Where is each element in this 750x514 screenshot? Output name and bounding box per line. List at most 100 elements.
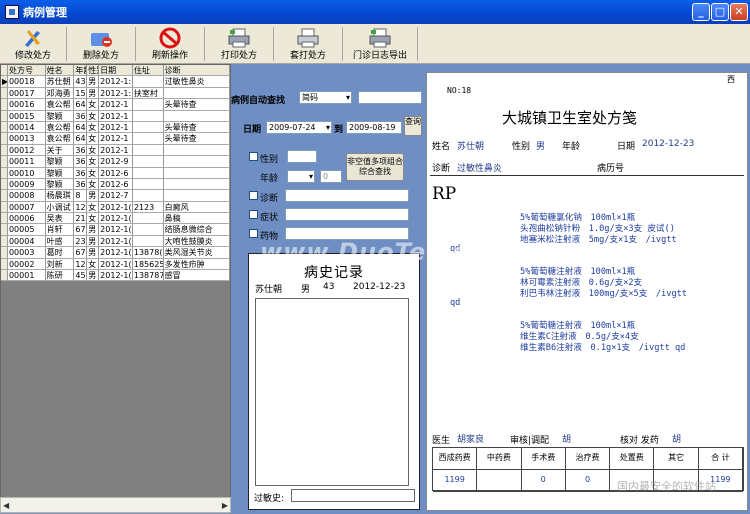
row-indicator[interactable] (1, 224, 8, 236)
grid-cell[interactable] (132, 99, 164, 111)
table-row[interactable]: 00006 吴表 21 女 2012-1(鼻稿 (1, 213, 230, 225)
grid-cell[interactable]: 女 (87, 213, 100, 225)
table-row[interactable]: 00002刘新12女2012-1(1856254多发性疖肿 (1, 258, 230, 271)
table-row[interactable]: 00010 黎颖 36 女 2012-6 (1, 167, 230, 179)
grid-cell[interactable]: 女 (87, 167, 100, 179)
close-button[interactable]: ✕ (730, 3, 748, 21)
print-rx-button[interactable]: 打印处方 (205, 24, 273, 64)
row-indicator[interactable] (1, 213, 8, 225)
grid-cell[interactable]: 男 (87, 87, 100, 100)
age-input[interactable]: 0 (320, 170, 342, 183)
grid-cell[interactable]: 男 (87, 247, 100, 259)
row-indicator[interactable] (1, 201, 8, 214)
symptom-checkbox[interactable] (249, 210, 258, 219)
table-row[interactable]: 00003 葛时 67 男 2012-1(13878(类风湿关节炎 (1, 247, 230, 259)
row-indicator[interactable] (1, 121, 8, 134)
grid-cell[interactable]: 关于 (45, 144, 75, 157)
grid-cell[interactable]: 头晕待查 (163, 133, 230, 145)
row-indicator[interactable] (1, 247, 8, 259)
grid-cell[interactable]: 2012-1 (99, 110, 133, 122)
grid-cell[interactable]: 2012-9 (99, 156, 133, 168)
grid-cell[interactable]: 男 (87, 190, 100, 202)
grid-cell[interactable]: 黎颖 (45, 156, 75, 168)
grid-cell[interactable] (132, 213, 164, 225)
grid-cell[interactable] (163, 167, 230, 179)
grid-cell[interactable]: 类风湿关节炎 (163, 247, 230, 259)
grid-cell[interactable]: 吴表 (45, 213, 75, 225)
grid-cell[interactable]: 00018 (7, 76, 46, 88)
table-row[interactable]: 00004 叶感 23 男 2012-1(大咆性鼓膜炎 (1, 235, 230, 248)
grid-cell[interactable]: 鼻稿 (163, 213, 230, 225)
grid-cell[interactable]: 2012-1 (99, 133, 133, 145)
row-indicator[interactable] (1, 270, 8, 282)
table-row[interactable]: 00016 袁公帮 64 女 2012-1 头晕待查 (1, 99, 230, 111)
grid-cell[interactable]: 刘新 (45, 258, 75, 271)
grid-cell[interactable]: 袁公帮 (45, 121, 75, 134)
table-row[interactable]: 00005 肖轩 67 男 2012-1(结肠息微综合 (1, 224, 230, 236)
row-indicator[interactable] (1, 133, 8, 145)
grid-cell[interactable] (163, 87, 230, 100)
delete-rx-button[interactable]: 删除处方 (67, 24, 135, 64)
grid-cell[interactable]: 36 (74, 178, 88, 191)
grid-cell[interactable] (132, 190, 164, 202)
gender-checkbox[interactable] (249, 152, 258, 161)
grid-cell[interactable]: 15 (74, 87, 88, 100)
grid-cell[interactable] (132, 224, 164, 236)
grid-cell[interactable]: 葛时 (45, 247, 75, 259)
grid-cell[interactable]: 2012-1( (99, 235, 133, 248)
grid-cell[interactable]: 00005 (7, 224, 46, 236)
table-row[interactable]: 00015 黎颖 36 女 2012-1 (1, 110, 230, 122)
grid-cell[interactable]: 12 (74, 201, 88, 214)
grid-cell[interactable]: 过敏性鼻炎 (163, 76, 230, 88)
diagnosis-checkbox[interactable] (249, 191, 258, 200)
table-row[interactable]: 00012 关于 36 女 2012-1 (1, 144, 230, 157)
table-row[interactable]: 00017 邓海勇 15 男 2012-1: 扶室村 (1, 87, 230, 100)
grid-cell[interactable]: 00017 (7, 87, 46, 100)
multi-search-button[interactable]: 非空值多项组合综合查找 (346, 153, 404, 181)
grid-cell[interactable]: 苏仕朝 (45, 76, 75, 88)
grid-cell[interactable]: 女 (87, 178, 100, 191)
grid-cell[interactable] (132, 133, 164, 145)
grid-cell[interactable]: 黎颖 (45, 110, 75, 122)
grid-cell[interactable]: 2012-1( (99, 224, 133, 236)
grid-cell[interactable]: 头晕待查 (163, 121, 230, 134)
row-indicator[interactable] (1, 167, 8, 179)
grid-cell[interactable] (132, 110, 164, 122)
grid-cell[interactable]: 2012-1 (99, 99, 133, 111)
grid-cell[interactable]: 00007 (7, 201, 46, 214)
row-indicator[interactable]: ▶ (1, 76, 8, 88)
grid-cell[interactable]: 男 (87, 235, 100, 248)
refresh-button[interactable]: 刷新操作 (136, 24, 204, 64)
grid-cell[interactable]: 00006 (7, 213, 46, 225)
grid-cell[interactable]: 00014 (7, 121, 46, 134)
grid-cell[interactable]: 女 (87, 258, 100, 271)
grid-cell[interactable]: 00016 (7, 99, 46, 111)
grid-cell[interactable]: 白癜风 (163, 201, 230, 214)
edit-rx-button[interactable]: 修改处方 (0, 24, 66, 64)
grid-cell[interactable]: 2012-1( (99, 247, 133, 259)
grid-cell[interactable]: 女 (87, 99, 100, 111)
row-indicator[interactable] (1, 156, 8, 168)
grid-cell[interactable]: 女 (87, 133, 100, 145)
drug-checkbox[interactable] (249, 229, 258, 238)
grid-cell[interactable] (163, 190, 230, 202)
row-indicator[interactable] (1, 99, 8, 111)
query-button[interactable]: 查询 (404, 116, 422, 136)
grid-cell[interactable]: 2012-1( (99, 258, 133, 271)
grid-cell[interactable]: 女 (87, 110, 100, 122)
symptom-input[interactable] (285, 208, 409, 221)
search-input[interactable] (358, 91, 422, 104)
grid-cell[interactable]: 扶室村 (132, 87, 164, 100)
export-log-button[interactable]: 门诊日志导出 (343, 24, 417, 64)
grid-cell[interactable]: 男 (87, 224, 100, 236)
grid-cell[interactable]: 1387875 (132, 270, 164, 282)
history-textarea[interactable] (255, 298, 409, 486)
grid-hscrollbar[interactable]: ◀ ▶ (0, 497, 231, 513)
age-op-select[interactable]: ▾ (287, 170, 315, 183)
row-indicator[interactable] (1, 110, 8, 122)
grid-cell[interactable]: 2012-1( (99, 213, 133, 225)
row-indicator[interactable] (1, 87, 8, 100)
table-row[interactable]: 00008 杨晨琪 8 男 2012-7 (1, 190, 230, 202)
grid-cell[interactable]: 1856254 (132, 258, 164, 271)
grid-cell[interactable]: 2012-7 (99, 190, 133, 202)
